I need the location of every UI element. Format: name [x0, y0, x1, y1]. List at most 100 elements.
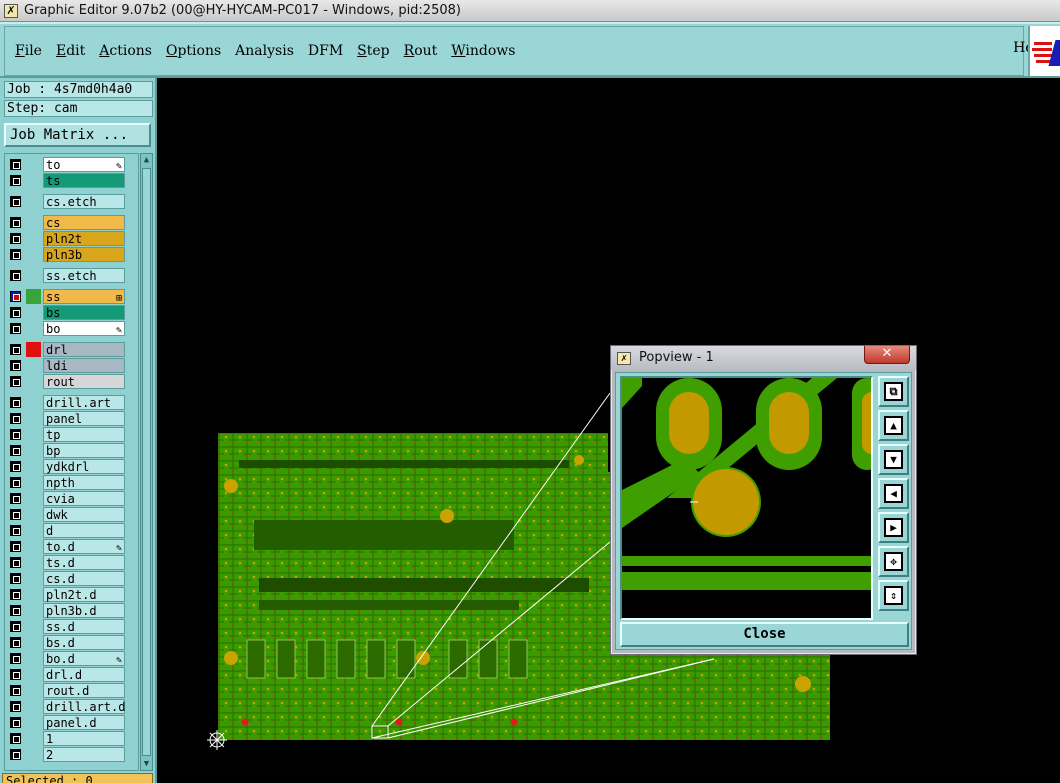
- popview-zoomed-view[interactable]: [620, 376, 873, 620]
- menu-edit[interactable]: Edit: [56, 43, 85, 59]
- layer-checkbox[interactable]: [10, 217, 21, 228]
- layer-checkbox[interactable]: [10, 525, 21, 536]
- layer-row[interactable]: cs: [7, 215, 127, 230]
- layer-checkbox[interactable]: [10, 669, 21, 680]
- scroll-up-icon[interactable]: ▲: [141, 154, 152, 166]
- layer-name[interactable]: cs: [43, 215, 125, 230]
- layer-row[interactable]: 1: [7, 731, 127, 746]
- layer-checkbox[interactable]: [10, 637, 21, 648]
- layer-row[interactable]: pln3b: [7, 247, 127, 262]
- layer-row[interactable]: 2: [7, 747, 127, 762]
- layer-name[interactable]: pln2t: [43, 231, 125, 246]
- layer-row[interactable]: ss.d: [7, 619, 127, 634]
- layer-checkbox[interactable]: [10, 509, 21, 520]
- scroll-down-icon[interactable]: ▼: [141, 758, 152, 770]
- layer-name[interactable]: d: [43, 523, 125, 538]
- layer-name[interactable]: tp: [43, 427, 125, 442]
- layer-name[interactable]: ss.d: [43, 619, 125, 634]
- layer-name[interactable]: npth: [43, 475, 125, 490]
- layer-row[interactable]: pln2t.d: [7, 587, 127, 602]
- layer-checkbox[interactable]: [10, 270, 21, 281]
- layer-checkbox[interactable]: [10, 557, 21, 568]
- layer-name[interactable]: panel: [43, 411, 125, 426]
- layer-row[interactable]: bp: [7, 443, 127, 458]
- layer-checkbox[interactable]: [10, 233, 21, 244]
- layer-checkbox[interactable]: [10, 461, 21, 472]
- layer-checkbox[interactable]: [10, 291, 21, 302]
- layer-row[interactable]: dwk: [7, 507, 127, 522]
- menu-rout[interactable]: Rout: [404, 43, 438, 59]
- menu-options[interactable]: Options: [166, 43, 221, 59]
- layer-checkbox[interactable]: [10, 344, 21, 355]
- layer-checkbox[interactable]: [10, 413, 21, 424]
- layer-name[interactable]: bo.d ✎: [43, 651, 125, 666]
- layer-name[interactable]: pln3b.d: [43, 603, 125, 618]
- layer-checkbox[interactable]: [10, 701, 21, 712]
- scroll-thumb[interactable]: [142, 168, 151, 756]
- layer-name[interactable]: cvia: [43, 491, 125, 506]
- layer-checkbox[interactable]: [10, 376, 21, 387]
- layer-checkbox[interactable]: [10, 175, 21, 186]
- layer-checkbox[interactable]: [10, 307, 21, 318]
- layer-checkbox[interactable]: [10, 541, 21, 552]
- layer-checkbox[interactable]: [10, 605, 21, 616]
- layer-checkbox[interactable]: [10, 445, 21, 456]
- layer-checkbox[interactable]: [10, 397, 21, 408]
- layer-name[interactable]: drl.d: [43, 667, 125, 682]
- layer-checkbox[interactable]: [10, 323, 21, 334]
- layer-checkbox[interactable]: [10, 429, 21, 440]
- layer-row[interactable]: pln3b.d: [7, 603, 127, 618]
- menu-step[interactable]: Step: [357, 43, 389, 59]
- layer-row[interactable]: d: [7, 523, 127, 538]
- layer-row[interactable]: rout.d: [7, 683, 127, 698]
- layer-name[interactable]: ss.etch: [43, 268, 125, 283]
- layer-name[interactable]: bs.d: [43, 635, 125, 650]
- layer-checkbox[interactable]: [10, 493, 21, 504]
- pan-down-button[interactable]: ▼: [878, 444, 909, 475]
- layer-row[interactable]: bo.d ✎: [7, 651, 127, 666]
- layer-name[interactable]: bp: [43, 443, 125, 458]
- popview-close-x-button[interactable]: ✕: [864, 346, 910, 364]
- pan-right-button[interactable]: ▶: [878, 512, 909, 543]
- layer-row[interactable]: panel: [7, 411, 127, 426]
- layer-checkbox[interactable]: [10, 159, 21, 170]
- layer-row[interactable]: ldi: [7, 358, 127, 373]
- layer-name[interactable]: drl: [43, 342, 125, 357]
- pan-left-button[interactable]: ◀: [878, 478, 909, 509]
- layer-row[interactable]: drl: [7, 342, 127, 357]
- layer-row[interactable]: ts: [7, 173, 127, 188]
- pan-up-button[interactable]: ▲: [878, 410, 909, 441]
- layer-name[interactable]: ss ⊞: [43, 289, 125, 304]
- layer-checkbox[interactable]: [10, 749, 21, 760]
- layer-name[interactable]: drill.art: [43, 395, 125, 410]
- menu-windows[interactable]: Windows: [451, 43, 515, 59]
- layer-name[interactable]: to ✎: [43, 157, 125, 172]
- layer-checkbox[interactable]: [10, 360, 21, 371]
- layer-row[interactable]: bs.d: [7, 635, 127, 650]
- layer-name[interactable]: to.d ✎: [43, 539, 125, 554]
- layer-row[interactable]: npth: [7, 475, 127, 490]
- layer-name[interactable]: pln3b: [43, 247, 125, 262]
- layer-row[interactable]: drill.art: [7, 395, 127, 410]
- layer-name[interactable]: rout.d: [43, 683, 125, 698]
- layer-name[interactable]: 2: [43, 747, 125, 762]
- layer-name[interactable]: ydkdrl: [43, 459, 125, 474]
- layer-row[interactable]: cs.d: [7, 571, 127, 586]
- layer-row[interactable]: ts.d: [7, 555, 127, 570]
- layer-row[interactable]: drill.art.d: [7, 699, 127, 714]
- layer-name[interactable]: cs.d: [43, 571, 125, 586]
- layer-name[interactable]: dwk: [43, 507, 125, 522]
- layer-name[interactable]: ts.d: [43, 555, 125, 570]
- zoom-in-button[interactable]: ✥: [878, 546, 909, 577]
- layer-checkbox[interactable]: [10, 589, 21, 600]
- layer-checkbox[interactable]: [10, 685, 21, 696]
- layer-name[interactable]: rout: [43, 374, 125, 389]
- layer-name[interactable]: bo ✎: [43, 321, 125, 336]
- layer-name[interactable]: bs: [43, 305, 125, 320]
- layer-checkbox[interactable]: [10, 249, 21, 260]
- layer-checkbox[interactable]: [10, 196, 21, 207]
- layer-checkbox[interactable]: [10, 717, 21, 728]
- layer-row[interactable]: cs.etch: [7, 194, 127, 209]
- menu-analysis[interactable]: Analysis: [235, 43, 294, 59]
- layer-name[interactable]: drill.art.d: [43, 699, 125, 714]
